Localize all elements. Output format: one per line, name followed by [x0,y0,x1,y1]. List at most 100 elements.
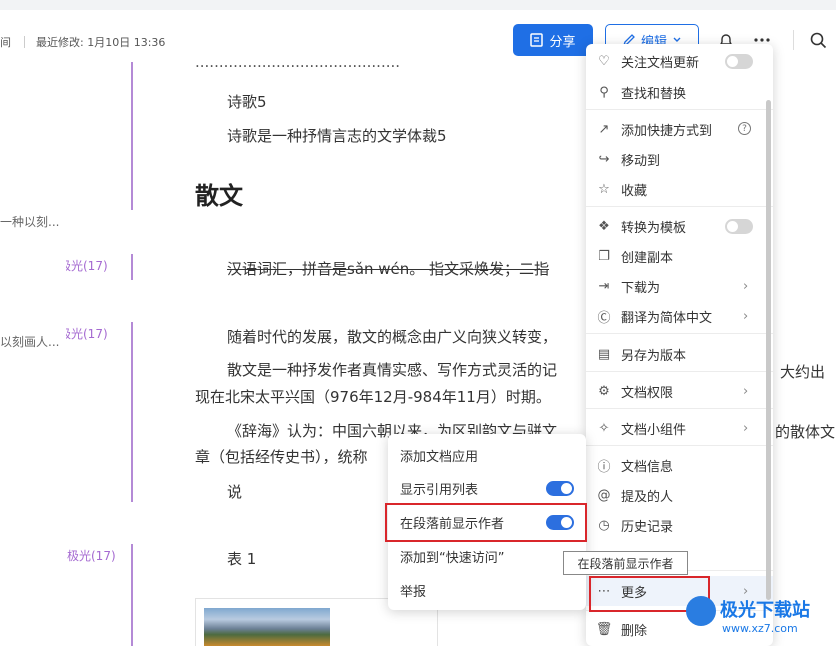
paragraph: 诗歌是一种抒情言志的文学体裁5 [227,127,447,145]
submenu-item-label: 举报 [400,584,427,600]
clipped-line: ........................................… [195,56,401,68]
menu-item-create-copy[interactable]: ❐ 创建副本 [586,241,773,271]
menu-item-move-to[interactable]: ↪ 移动到 [586,144,773,174]
submenu-item-quick-access[interactable]: 添加到“快速访问” [388,541,586,571]
download-icon: ⇥ [598,278,610,294]
table-caption: 表 1 [227,550,257,568]
bell-plus-icon: ♡ [598,53,610,69]
menu-item-label: 文档信息 [621,459,674,475]
submenu-item-add-app[interactable]: 添加文档应用 [388,440,586,470]
highlight-box-show-author [385,503,587,542]
share-doc-icon [530,33,544,47]
menu-item-label: 转换为模板 [621,220,687,236]
paragraph: 诗歌5 [227,93,267,111]
menu-item-label: 另存为版本 [621,348,687,364]
history-icon: ◷ [598,517,610,533]
meta-cut: 间 [0,36,11,49]
top-strip [0,0,836,10]
menu-item-add-shortcut[interactable]: ↗ 添加快捷方式到 ? [586,114,773,144]
tooltip: 在段落前显示作者 [563,551,688,575]
show-references-toggle[interactable] [546,481,574,496]
share-label: 分享 [549,34,576,50]
menu-item-label: 移动到 [621,153,661,169]
submenu-item-show-references[interactable]: 显示引用列表 [388,473,586,503]
comment-snippet[interactable]: 以刻画人... [0,333,59,350]
menu-item-label: 文档权限 [621,385,674,401]
follow-updates-toggle[interactable] [725,54,753,69]
at-icon: @ [597,487,611,503]
gear-icon: ⚙ [598,383,610,399]
meta-divider [24,36,25,48]
menu-divider [586,109,773,110]
chevron-right-icon: › [743,308,749,324]
translate-icon: Ⓒ [597,310,611,326]
menu-item-label: 删除 [621,623,648,639]
menu-divider [586,408,773,409]
menu-item-convert-template[interactable]: ❖ 转换为模板 [586,211,773,241]
paragraph: 散文是一种抒发作者真情实感、写作方式灵活的记 [227,361,558,379]
menu-item-translate[interactable]: Ⓒ 翻译为简体中文 › [586,301,773,331]
menu-item-history[interactable]: ◷ 历史记录 [586,510,773,540]
menu-item-save-version[interactable]: ▤ 另存为版本 [586,339,773,369]
menu-item-permissions[interactable]: ⚙ 文档权限 › [586,376,773,406]
menu-item-label: 创建副本 [621,250,674,266]
paragraph: 随着时代的发展，散文的概念由广义向狭义转变， [227,328,558,346]
comment-author[interactable]: 极光(17) [66,257,108,274]
comment-author[interactable]: 极光(17) [66,325,108,342]
share-button[interactable]: 分享 [513,24,593,56]
convert-template-toggle[interactable] [725,219,753,234]
menu-divider [586,445,773,446]
header-divider [793,30,794,50]
menu-item-follow-updates[interactable]: ♡ 关注文档更新 [586,46,773,76]
menu-item-label: 关注文档更新 [621,55,700,71]
menu-item-doc-info[interactable]: ⓘ 文档信息 [586,450,773,480]
menu-item-label: 下载为 [621,280,661,296]
submenu-item-report[interactable]: 举报 [388,575,586,605]
star-icon: ☆ [598,181,610,197]
watermark: 极光下载站 www.xz7.com [686,594,836,646]
paragraph-tail: 的散体文 [775,423,836,441]
menu-scrollbar[interactable] [766,100,771,600]
watermark-logo [686,596,716,626]
menu-item-label: 收藏 [621,183,648,199]
info-icon: ⓘ [597,459,611,475]
last-modified: 最近修改: 1月10日 13:36 [36,36,166,49]
template-icon: ❖ [598,218,610,234]
paragraph-strikethrough: 汉语词汇，拼音是sǎn wén。 指文采焕发；二指 [227,260,550,278]
chevron-right-icon: › [743,383,749,399]
menu-item-label: 提及的人 [621,489,674,505]
comment-author[interactable]: 极光(17) [67,547,116,564]
paragraph: 章（包括经传史书），统称 [195,448,368,466]
find-replace-icon: ⚲ [599,84,609,100]
comment-bar [131,322,133,502]
menu-item-find-replace[interactable]: ⚲ 查找和替换 [586,77,773,107]
watermark-title: 极光下载站 [720,600,810,621]
menu-item-download-as[interactable]: ⇥ 下载为 › [586,271,773,301]
menu-item-widgets[interactable]: ✧ 文档小组件 › [586,413,773,443]
version-icon: ▤ [597,346,611,362]
comment-bar [131,254,133,280]
comment-bar [131,544,133,646]
menu-item-label: 查找和替换 [621,86,687,102]
watermark-url: www.xz7.com [722,622,798,635]
paragraph: 现在北宋太平兴国（976年12月-984年11月）时期。 [195,388,551,406]
menu-item-mentions[interactable]: @ 提及的人 [586,480,773,510]
widget-icon: ✧ [598,420,610,436]
landscape-image[interactable] [204,608,330,646]
search-icon[interactable] [808,30,828,50]
menu-item-favorite[interactable]: ☆ 收藏 [586,174,773,204]
comment-snippet[interactable]: 一种以刻... [0,213,59,230]
paragraph-tail: 大约出 [780,363,826,381]
menu-item-label: 历史记录 [621,519,674,535]
comment-bar [131,62,133,210]
chevron-right-icon: › [743,278,749,294]
paragraph: 说 [227,483,243,501]
heading-prose: 散文 [195,182,243,210]
help-icon[interactable]: ? [738,122,751,135]
copy-icon: ❐ [598,248,610,264]
submenu-item-label: 添加到“快速访问” [400,550,505,566]
trash-icon: 🗑 [595,621,613,637]
chevron-right-icon: › [743,420,749,436]
menu-item-label: 添加快捷方式到 [621,123,713,139]
menu-divider [586,206,773,207]
